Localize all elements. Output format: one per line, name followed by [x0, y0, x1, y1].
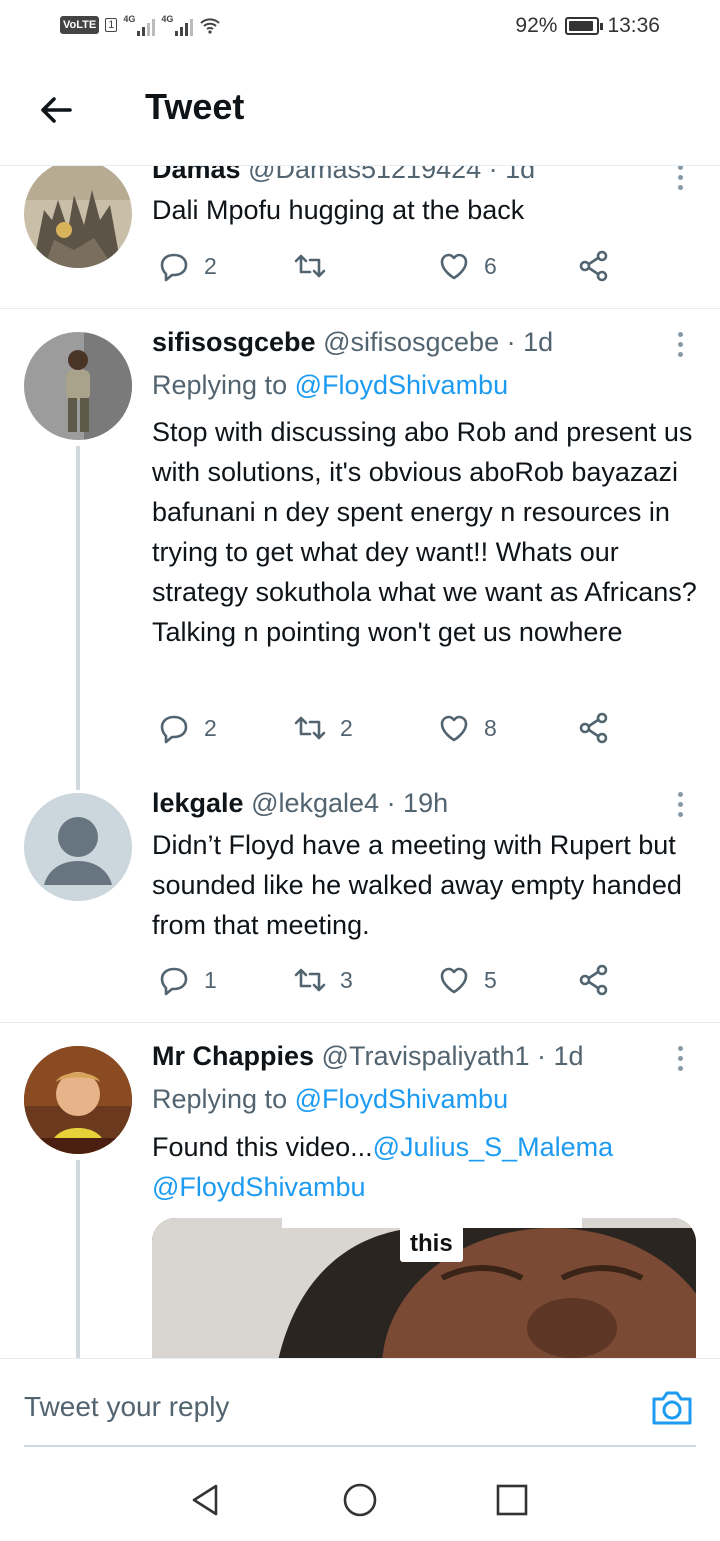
reply-button[interactable]: 2 — [156, 710, 217, 746]
share-button[interactable] — [576, 962, 612, 998]
tweet-text: Found this video...@Julius_S_Malema @Flo… — [152, 1127, 697, 1207]
speech-bubble-icon — [160, 715, 188, 744]
video-caption: this — [400, 1226, 463, 1262]
share-icon — [579, 250, 608, 282]
status-right: 92% 13:36 — [515, 14, 660, 38]
avatar[interactable] — [24, 793, 132, 901]
thread-line — [76, 1160, 80, 1358]
clock: 13:36 — [607, 14, 660, 37]
like-button[interactable]: 5 — [436, 962, 497, 998]
share-button[interactable] — [576, 248, 612, 284]
reply-bar: Tweet your reply — [0, 1358, 720, 1448]
sim-badge: 1 — [105, 18, 118, 32]
author-name[interactable]: sifisosgcebe — [152, 327, 316, 357]
volte-badge: VoLTE — [60, 16, 100, 34]
video-thumbnail[interactable]: this — [152, 1218, 696, 1358]
tweet-text-prefix: Found this video... — [152, 1132, 373, 1162]
mention-link[interactable]: @Julius_S_Malema — [373, 1132, 614, 1162]
replying-to-link[interactable]: @FloydShivambu — [295, 370, 509, 400]
tweet-actions: 1 3 5 — [152, 962, 622, 1002]
replying-to: Replying to @FloydShivambu — [152, 370, 508, 401]
tweet-header: Mr Chappies @Travispaliyath1 · 1d — [152, 1041, 584, 1072]
tweet-actions: 2 6 — [152, 248, 622, 288]
app-header: Tweet — [0, 56, 720, 166]
share-icon — [579, 712, 608, 744]
camera-icon[interactable] — [650, 1387, 694, 1427]
tweet-actions: 2 2 8 — [152, 710, 622, 750]
tweet-text: Didn’t Floyd have a meeting with Rupert … — [152, 830, 682, 940]
retweet-count: 3 — [340, 966, 353, 993]
tweet-header: sifisosgcebe @sifisosgcebe · 1d — [152, 327, 553, 358]
retweet-count: 2 — [340, 714, 353, 741]
heart-icon — [440, 253, 468, 280]
heart-icon — [440, 715, 468, 742]
speech-bubble-icon — [160, 253, 188, 282]
share-icon — [579, 964, 608, 996]
reply-count: 1 — [204, 966, 217, 993]
avatar[interactable] — [24, 160, 132, 268]
avatar[interactable] — [24, 332, 132, 440]
signal-icon: 4G — [123, 14, 156, 36]
author-handle-time: @lekgale4 · 19h — [251, 788, 449, 818]
more-vertical-icon[interactable] — [676, 792, 684, 817]
battery-icon — [565, 17, 604, 35]
like-button[interactable]: 8 — [436, 710, 497, 746]
retweet-button[interactable]: 3 — [292, 962, 353, 998]
like-count: 5 — [484, 966, 497, 993]
status-bar: VoLTE 1 4G 4G 92% 13:36 — [0, 0, 720, 56]
author-name[interactable]: Mr Chappies — [152, 1041, 314, 1071]
page-title: Tweet — [145, 86, 245, 127]
system-nav-bar — [0, 1448, 720, 1541]
divider — [0, 1022, 720, 1023]
retweet-icon — [294, 716, 326, 740]
signal-icon: 4G — [161, 14, 194, 36]
reply-button[interactable]: 2 — [156, 248, 217, 284]
more-vertical-icon[interactable] — [676, 1046, 684, 1071]
tweet-text: Dali Mpofu hugging at the back — [152, 195, 525, 225]
more-vertical-icon[interactable] — [676, 165, 684, 190]
author-handle-time: @sifisosgcebe · 1d — [323, 327, 554, 357]
replying-to-link[interactable]: @FloydShivambu — [295, 1084, 509, 1114]
reply-count: 2 — [204, 714, 217, 741]
reply-button[interactable]: 1 — [156, 962, 217, 998]
square-recents-icon[interactable] — [494, 1482, 530, 1518]
like-count: 6 — [484, 252, 497, 279]
like-button[interactable]: 6 — [436, 248, 497, 284]
like-count: 8 — [484, 714, 497, 741]
divider — [0, 308, 720, 309]
triangle-back-icon[interactable] — [188, 1482, 224, 1518]
retweet-icon — [294, 968, 326, 992]
tweet-header: lekgale @lekgale4 · 19h — [152, 788, 448, 819]
tweet-feed[interactable]: Damas @Damas51219424 · 1d Dali Mpofu hug… — [0, 0, 720, 1358]
mention-link[interactable]: @FloydShivambu — [152, 1172, 366, 1202]
avatar[interactable] — [24, 1046, 132, 1154]
reply-underline — [24, 1445, 696, 1447]
retweet-button[interactable]: 2 — [292, 710, 353, 746]
replying-prefix: Replying to — [152, 1084, 295, 1114]
battery-percent: 92% — [515, 14, 558, 37]
share-button[interactable] — [576, 710, 612, 746]
more-vertical-icon[interactable] — [676, 332, 684, 357]
wifi-icon — [200, 18, 221, 34]
circle-home-icon[interactable] — [342, 1482, 378, 1518]
heart-icon — [440, 967, 468, 994]
reply-count: 2 — [204, 252, 217, 279]
replying-to: Replying to @FloydShivambu — [152, 1084, 508, 1115]
reply-input[interactable]: Tweet your reply — [24, 1391, 229, 1423]
retweet-button[interactable] — [292, 248, 340, 284]
retweet-icon — [294, 254, 326, 278]
speech-bubble-icon — [160, 967, 188, 996]
tweet-text: Stop with discussing abo Rob and present… — [152, 417, 697, 647]
arrow-left-icon[interactable] — [36, 90, 76, 130]
author-name[interactable]: lekgale — [152, 788, 244, 818]
status-left: VoLTE 1 4G 4G — [60, 14, 221, 36]
thread-line — [76, 446, 80, 790]
replying-prefix: Replying to — [152, 370, 295, 400]
author-handle-time: @Travispaliyath1 · 1d — [321, 1041, 584, 1071]
